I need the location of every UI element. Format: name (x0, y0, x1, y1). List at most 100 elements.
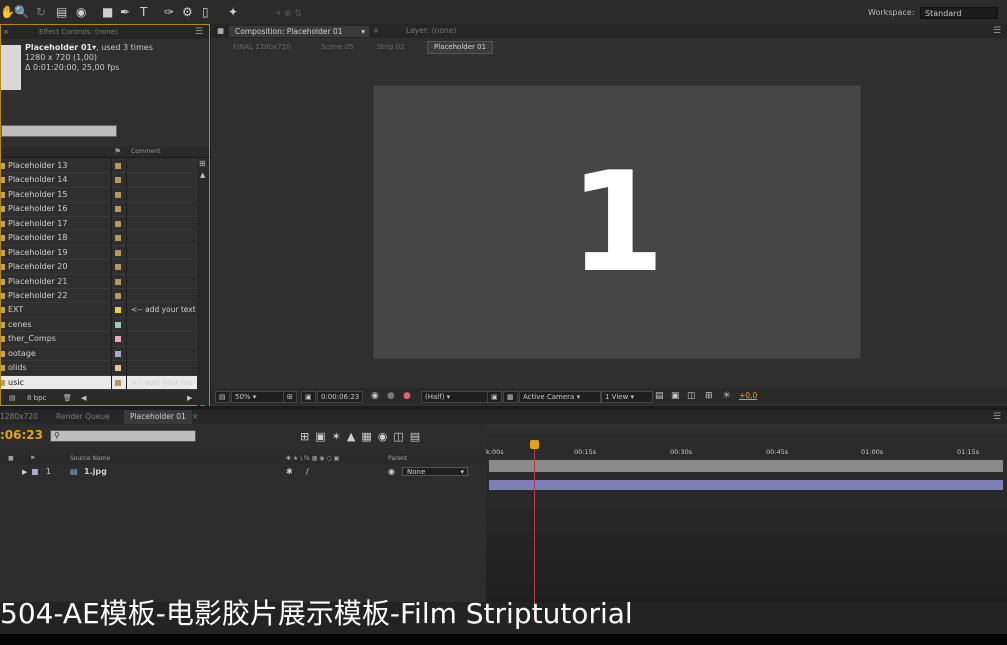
zoom-icon[interactable]: 🔍 (14, 5, 29, 19)
scroll-right-icon[interactable]: ▶ (187, 391, 192, 405)
panel-menu-icon[interactable]: ☰ (993, 24, 1001, 38)
label-color-swatch[interactable] (115, 235, 121, 242)
label-color-swatch[interactable] (115, 191, 121, 198)
rotate-icon[interactable]: ↻ (36, 5, 46, 19)
view-layout-select[interactable]: 1 View ▾ (601, 391, 653, 403)
label-color-swatch[interactable] (115, 220, 121, 227)
clone-stamp-icon[interactable]: ⚙ (182, 5, 193, 19)
rectangle-icon[interactable]: ■ (102, 5, 113, 19)
layer-label-swatch[interactable] (32, 469, 38, 475)
layer-name[interactable]: 1.jpg (84, 466, 107, 478)
project-item-row[interactable]: Placeholder 13 (1, 159, 197, 174)
snapshot-icon[interactable]: ◉ (371, 391, 379, 401)
breadcrumb-item[interactable]: FINAL 1280x720 (233, 40, 291, 54)
hand-icon[interactable]: ✋ (0, 5, 15, 19)
transparency-grid-icon[interactable]: ▦ (503, 391, 518, 403)
label-color-swatch[interactable] (115, 307, 121, 314)
flowchart-icon[interactable]: ⊞ (705, 391, 713, 401)
tab-final-comp[interactable]: 1280x720 (0, 410, 38, 424)
label-color-swatch[interactable] (115, 365, 121, 372)
shy-switch-icon[interactable]: ✱ (286, 466, 293, 478)
workspace-select[interactable]: Standard (920, 7, 998, 19)
close-icon[interactable]: × (3, 25, 9, 39)
camera-view-select[interactable]: Active Camera ▾ (519, 391, 601, 403)
fast-previews-icon[interactable]: ▣ (671, 391, 680, 401)
pen-icon[interactable]: ✒ (120, 5, 130, 19)
column-parent[interactable]: Parent (388, 454, 407, 464)
text-icon[interactable]: T (140, 5, 147, 19)
tab-render-queue[interactable]: Render Queue (56, 410, 110, 424)
parent-select[interactable]: None ▾ (402, 467, 468, 476)
breadcrumb-item[interactable]: Strip 02 (377, 40, 405, 54)
project-item-row[interactable]: Placeholder 19 (1, 246, 197, 261)
timeline-icon[interactable]: ◫ (687, 391, 696, 401)
brush-icon[interactable]: ✑ (164, 5, 174, 19)
frame-blending-icon[interactable]: ▦ (361, 430, 377, 443)
exposure-value[interactable]: +0,0 (739, 391, 757, 401)
composition-mini-flowchart-icon[interactable]: ⊞ (300, 430, 315, 443)
playhead-handle[interactable] (530, 440, 539, 449)
tab-effect-controls[interactable]: Effect Controls: (none) (39, 25, 118, 39)
region-of-interest-icon[interactable]: ▣ (487, 391, 502, 403)
current-time-field[interactable]: 0:00:06:23 (317, 391, 364, 403)
composition-viewer[interactable]: 1 (373, 85, 861, 359)
project-item-row[interactable]: Placeholder 22 (1, 289, 197, 304)
breadcrumb-item[interactable]: Scene 05 (321, 40, 353, 54)
project-search-input[interactable] (1, 125, 117, 137)
breadcrumb-item-current[interactable]: Placeholder 01 (427, 41, 494, 54)
show-snapshot-icon[interactable]: ● (387, 391, 395, 401)
label-color-swatch[interactable] (115, 264, 121, 271)
tab-layer[interactable]: Layer: (none) (406, 24, 456, 38)
draft-3d-icon[interactable]: ✶ (332, 430, 347, 443)
timeline-layer-row[interactable]: ▶ 1 ▤ 1.jpg ✱ / ◉ None ▾ (0, 466, 486, 478)
timeline-current-time[interactable]: :06:23 (0, 428, 43, 442)
close-icon[interactable]: × (192, 410, 198, 424)
project-item-row[interactable]: Placeholder 17 (1, 217, 197, 232)
project-item-row[interactable]: Placeholder 16 (1, 202, 197, 217)
hide-shy-icon[interactable]: ▲ (347, 430, 361, 443)
tab-placeholder-comp[interactable]: Placeholder 01 (124, 410, 192, 424)
label-color-swatch[interactable] (115, 379, 121, 386)
column-source-name[interactable]: Source Name (70, 454, 110, 464)
safe-zones-icon[interactable]: ⊞ (283, 391, 297, 403)
chevron-down-icon[interactable]: ▾ (361, 26, 365, 37)
project-item-row[interactable]: EXT <-- add your text (1, 303, 197, 318)
work-area-bar[interactable] (489, 460, 1003, 472)
project-item-row[interactable]: ther_Comps (1, 332, 197, 347)
live-update-icon[interactable]: ▣ (315, 430, 331, 443)
lock-icon[interactable]: ■ (217, 24, 224, 38)
project-item-row[interactable]: Placeholder 21 (1, 275, 197, 289)
label-color-swatch[interactable] (115, 177, 121, 184)
column-comment[interactable]: Comment (131, 147, 160, 157)
pan-icon[interactable]: ◉ (76, 5, 86, 19)
label-color-swatch[interactable] (115, 321, 121, 328)
project-item-row[interactable]: cenes (1, 318, 197, 333)
item-name[interactable]: Placeholder 01▾ (25, 43, 96, 52)
eraser-icon[interactable]: ▯ (202, 5, 209, 19)
project-scrollbar[interactable]: ⊞ ▲ ▼ (197, 159, 209, 415)
label-color-swatch[interactable] (115, 336, 121, 343)
label-color-swatch[interactable] (115, 292, 121, 299)
resolution-select[interactable]: (Half) ▾ (421, 391, 489, 403)
quality-switch-icon[interactable]: / (306, 466, 309, 478)
label-color-swatch[interactable] (115, 278, 121, 285)
project-item-row[interactable]: Placeholder 20 (1, 260, 197, 275)
trash-icon[interactable]: 🗑 (63, 391, 72, 405)
magnification-select[interactable]: 50% ▾ (231, 391, 285, 403)
scroll-left-icon[interactable]: ◀ (81, 391, 86, 405)
mask-visibility-icon[interactable]: ▣ (301, 391, 316, 403)
puppet-pin-icon[interactable]: ✦ (228, 5, 238, 19)
motion-blur-icon[interactable]: ◉ (378, 430, 394, 443)
scroll-up-icon[interactable]: ▲ (200, 171, 205, 179)
label-color-swatch[interactable] (115, 350, 121, 357)
exposure-icon[interactable]: ✳ (723, 391, 731, 401)
timeline-graph[interactable]: k:00s 00:15s 00:30s 00:45s 01:00s 01:15s (486, 424, 1007, 618)
expand-arrow-icon[interactable]: ▶ (22, 466, 27, 478)
label-color-swatch[interactable] (115, 163, 121, 169)
toggle-pixel-aspect-icon[interactable]: ▤ (655, 391, 664, 401)
timeline-search-input[interactable]: ⚲ (50, 430, 196, 442)
panel-menu-icon[interactable]: ☰ (993, 410, 1001, 424)
graph-editor-icon[interactable]: ◫ (393, 430, 409, 443)
layer-duration-bar[interactable] (489, 480, 1003, 490)
playhead-line[interactable] (534, 440, 535, 618)
